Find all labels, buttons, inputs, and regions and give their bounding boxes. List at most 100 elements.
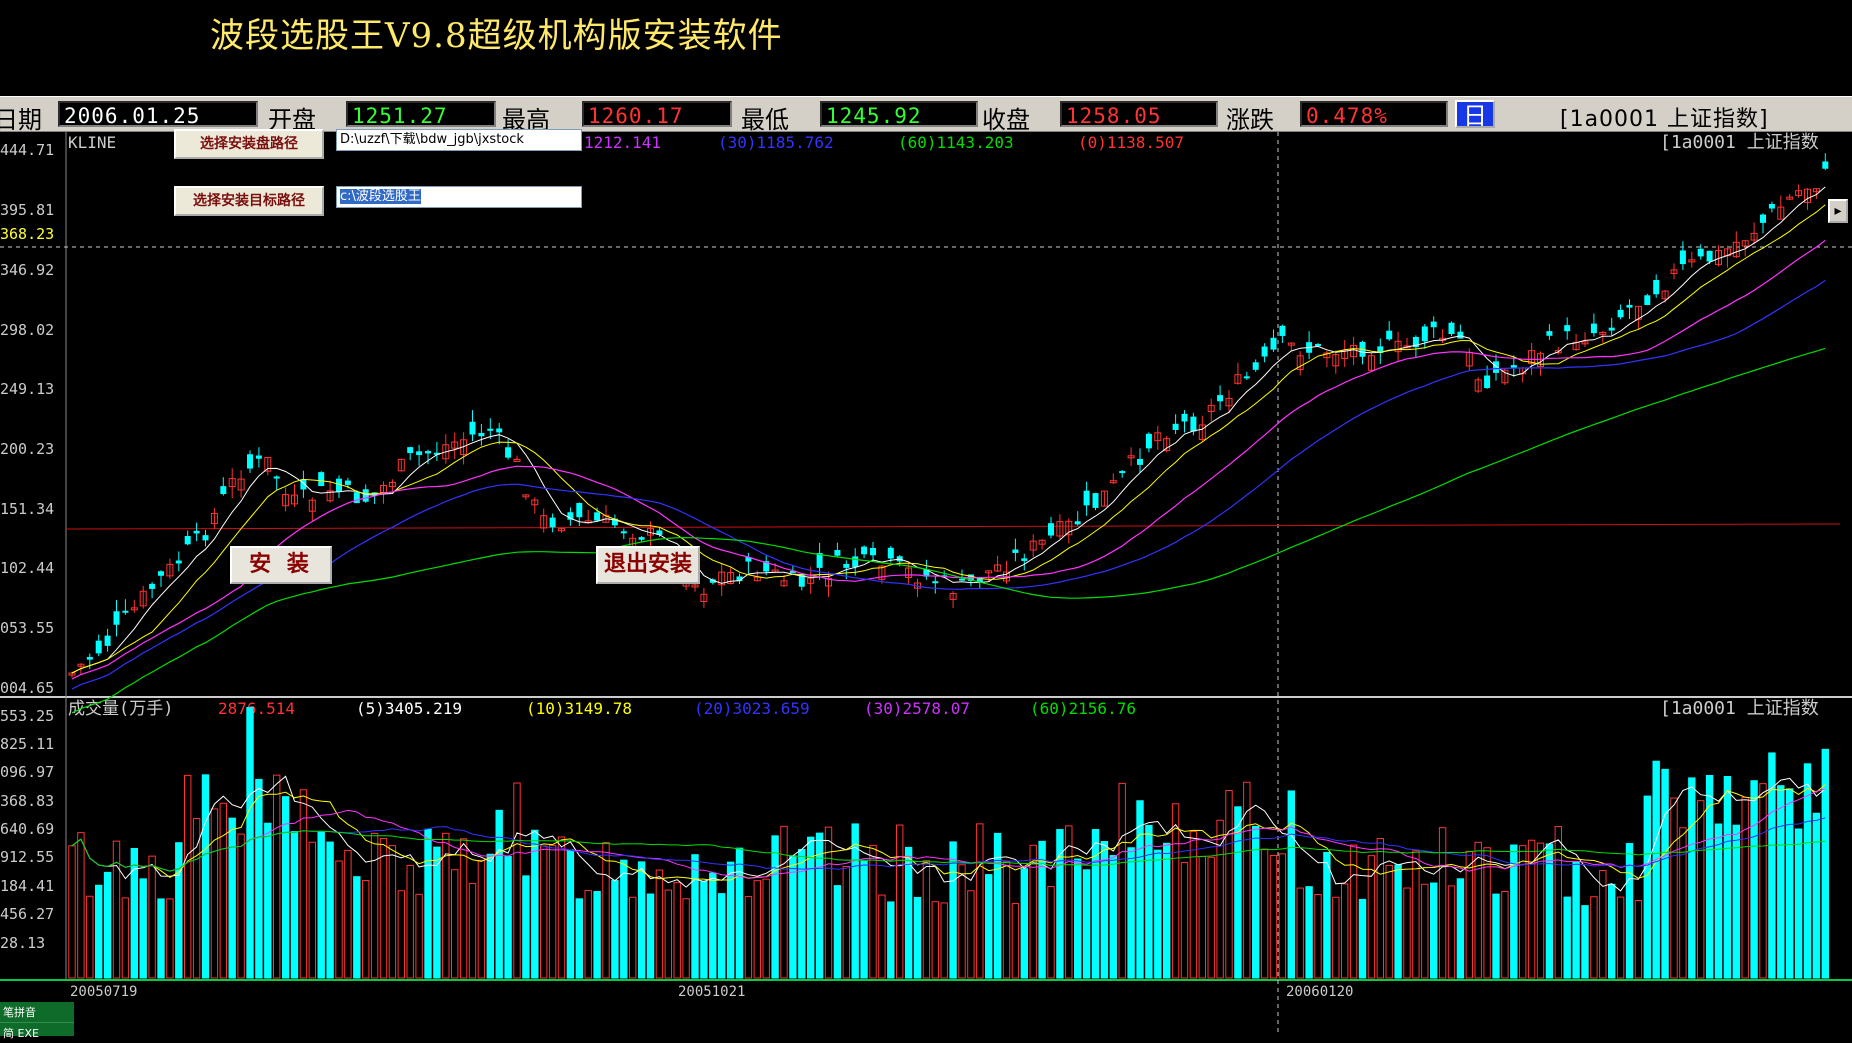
volume-axis-label: 553.25 bbox=[0, 707, 54, 725]
candle-down bbox=[1626, 304, 1633, 308]
volume-bar bbox=[1563, 896, 1571, 979]
ma20-line bbox=[71, 239, 1826, 680]
volume-bar bbox=[103, 871, 112, 979]
ma-readout: (0)1138.507 bbox=[1078, 133, 1184, 152]
candle-down bbox=[1315, 343, 1321, 346]
candle-down bbox=[1706, 250, 1713, 262]
volume-bar bbox=[353, 876, 361, 979]
candle-down bbox=[594, 512, 601, 521]
volume-bar bbox=[157, 898, 165, 979]
volume-bar bbox=[1296, 887, 1304, 979]
candle-down bbox=[505, 447, 512, 458]
volume-bar bbox=[139, 878, 147, 979]
candle-down bbox=[175, 560, 182, 564]
source-path-field[interactable]: D:\uzzf\下载\bdw_jgb\jxstock bbox=[336, 129, 582, 151]
candle-down bbox=[1243, 376, 1250, 379]
volume-bar bbox=[1652, 760, 1660, 979]
volume-bar bbox=[1020, 868, 1028, 979]
volume-bar bbox=[1332, 896, 1340, 979]
candle-down bbox=[1510, 365, 1517, 368]
volume-bar bbox=[148, 855, 156, 979]
volume-bar bbox=[219, 802, 228, 979]
volume-bar bbox=[264, 822, 272, 979]
volume-bar bbox=[201, 774, 210, 979]
volume-bar bbox=[335, 860, 343, 979]
select-target-button[interactable]: 选择安装目标路径 bbox=[174, 186, 324, 216]
candle-down bbox=[834, 550, 841, 556]
volume-bar bbox=[1714, 823, 1723, 979]
volume-bar bbox=[1501, 890, 1509, 979]
candle-down bbox=[1252, 362, 1259, 370]
volume-bar bbox=[531, 829, 539, 979]
volume-bar bbox=[210, 808, 219, 979]
price-index-tag: [1a0001 上证指数 bbox=[1660, 132, 1819, 153]
volume-bar bbox=[273, 774, 281, 979]
volume-readout: (60)2156.76 bbox=[1030, 699, 1136, 718]
candle-down bbox=[1679, 250, 1686, 265]
candle-down bbox=[247, 454, 253, 469]
volume-bar bbox=[1759, 783, 1767, 979]
candle-down bbox=[344, 480, 351, 485]
target-path-field[interactable]: c:\波段选股王 bbox=[336, 186, 582, 208]
volume-axis-label: 28.13 bbox=[0, 934, 45, 952]
volume-bar bbox=[68, 845, 76, 979]
volume-bar bbox=[255, 778, 263, 979]
candle-down bbox=[1608, 327, 1615, 331]
volume-bar bbox=[887, 901, 895, 979]
volume-bar bbox=[629, 896, 637, 979]
volume-bar bbox=[1207, 856, 1215, 979]
candle-down bbox=[220, 486, 227, 495]
volume-axis-label: 825.11 bbox=[0, 735, 54, 753]
candle-down bbox=[1457, 331, 1464, 339]
volume-bar bbox=[1145, 824, 1153, 979]
candle-down bbox=[1270, 337, 1277, 350]
candle-down bbox=[193, 530, 200, 534]
volume-bar bbox=[486, 853, 495, 979]
candle-down bbox=[1172, 423, 1179, 430]
volume-bar bbox=[664, 889, 672, 979]
select-source-button[interactable]: 选择安装盘路径 bbox=[174, 129, 324, 159]
ma60-line bbox=[71, 347, 1826, 714]
volume-bar bbox=[922, 860, 931, 979]
volume-bar bbox=[1492, 893, 1500, 979]
volume-bar bbox=[1252, 825, 1260, 979]
volume-bar bbox=[602, 841, 610, 979]
exit-install-button[interactable]: 退出安装 bbox=[596, 546, 700, 584]
volume-bar bbox=[976, 823, 984, 979]
candle-down bbox=[1768, 204, 1775, 209]
candle-down bbox=[113, 611, 120, 625]
candle-down bbox=[1546, 331, 1553, 336]
ime-status-bar[interactable]: 笔拼音 简 EXE bbox=[0, 1002, 74, 1040]
volume-bar bbox=[771, 835, 779, 979]
volume-bar bbox=[1127, 847, 1135, 979]
volume-bar bbox=[1011, 903, 1020, 979]
volume-bar bbox=[1385, 865, 1393, 979]
price-axis-label: 444.71 bbox=[0, 141, 54, 159]
install-button[interactable]: 安 装 bbox=[230, 546, 332, 584]
candle-down bbox=[1074, 521, 1081, 525]
candle-down bbox=[620, 531, 627, 534]
vol-ma5-line bbox=[71, 775, 1826, 892]
volume-bar bbox=[379, 837, 388, 979]
volume-bar bbox=[1812, 812, 1821, 979]
volume-bar bbox=[1065, 825, 1073, 979]
price-axis-label: 395.81 bbox=[0, 201, 54, 219]
volume-bar bbox=[1421, 883, 1429, 979]
candle-down bbox=[478, 432, 485, 437]
volume-bar bbox=[1474, 841, 1482, 979]
volume-bar bbox=[1074, 858, 1082, 979]
candle-down bbox=[1448, 322, 1455, 335]
date-axis-label: 20050719 bbox=[70, 984, 137, 1000]
volume-bar bbox=[842, 865, 850, 979]
volume-bar bbox=[993, 832, 1002, 979]
volume-bar bbox=[112, 840, 121, 979]
volume-bar bbox=[1118, 782, 1126, 979]
candle-down bbox=[1760, 214, 1766, 223]
candle-down bbox=[1217, 395, 1224, 402]
volume-bar bbox=[940, 902, 948, 979]
candle-down bbox=[1048, 523, 1054, 536]
price-axis-label: 004.65 bbox=[0, 679, 54, 697]
volume-bar bbox=[406, 864, 414, 979]
volume-bar bbox=[593, 890, 601, 979]
volume-bar bbox=[362, 880, 370, 979]
